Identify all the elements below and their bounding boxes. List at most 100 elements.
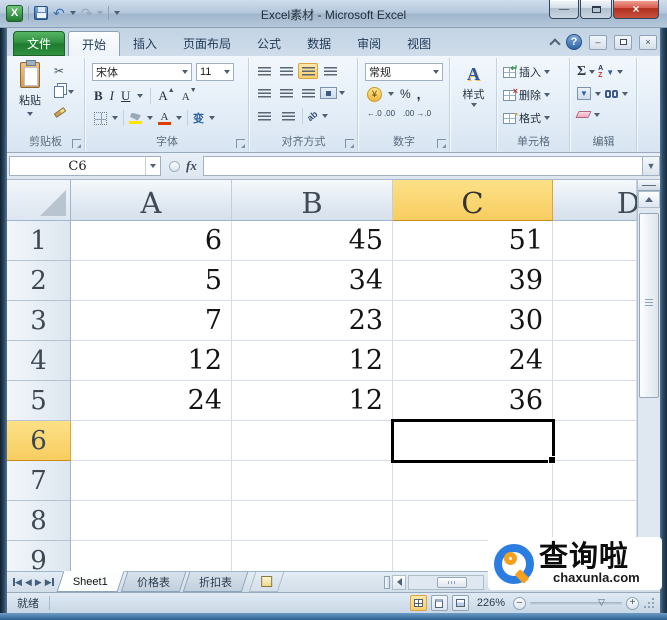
align-center-button[interactable] — [276, 85, 296, 101]
clear-icon[interactable] — [575, 111, 591, 118]
sheet-tab-价格表[interactable]: 价格表 — [120, 572, 185, 592]
minimize-ribbon-icon[interactable] — [549, 38, 560, 49]
cell-A1[interactable]: 6 — [71, 221, 232, 261]
paste-button[interactable]: 粘贴 — [12, 62, 48, 116]
help-icon[interactable]: ? — [566, 34, 582, 50]
cell-D3[interactable] — [553, 301, 637, 341]
comma-style-button[interactable]: , — [417, 86, 421, 102]
tab-file[interactable]: 文件 — [13, 31, 65, 56]
align-right-button[interactable] — [298, 85, 318, 101]
align-left-button[interactable] — [254, 85, 274, 101]
percent-style-button[interactable]: % — [400, 87, 411, 101]
row-header-7[interactable]: 7 — [7, 461, 71, 501]
column-header-A[interactable]: A — [71, 180, 232, 221]
workbook-close-button[interactable]: × — [639, 35, 657, 50]
decrease-decimal-button[interactable]: .00 →.0 — [403, 110, 431, 118]
next-sheet-icon[interactable]: ▶ — [35, 577, 42, 588]
borders-icon[interactable] — [94, 112, 107, 125]
increase-decimal-button[interactable]: ←.0 .00 — [367, 110, 395, 118]
zoom-level[interactable]: 226% — [477, 597, 505, 609]
tab-插入[interactable]: 插入 — [120, 31, 170, 56]
align-middle-button[interactable] — [276, 63, 296, 79]
cell-A5[interactable]: 24 — [71, 381, 232, 421]
sort-filter-button[interactable]: AZ — [598, 65, 603, 79]
cell-B8[interactable] — [232, 501, 393, 541]
maximize-button[interactable] — [580, 0, 612, 19]
cell-A9[interactable] — [71, 541, 232, 571]
align-bottom-button[interactable] — [298, 63, 318, 79]
row-header-4[interactable]: 4 — [7, 341, 71, 381]
column-header-C[interactable]: C — [393, 180, 553, 221]
tab-页面布局[interactable]: 页面布局 — [170, 31, 244, 56]
horizontal-scroll-track[interactable] — [408, 575, 484, 590]
first-sheet-icon[interactable]: ◀ — [13, 577, 22, 588]
row-header-3[interactable]: 3 — [7, 301, 71, 341]
vertical-scroll-thumb[interactable] — [639, 213, 659, 398]
cell-A7[interactable] — [71, 461, 232, 501]
cell-B4[interactable]: 12 — [232, 341, 393, 381]
find-dropdown-icon[interactable] — [622, 92, 628, 96]
styles-button[interactable]: A 样式 — [451, 64, 496, 107]
zoom-slider-handle[interactable]: ▽ — [598, 597, 605, 608]
wrap-text-button[interactable] — [320, 63, 340, 79]
last-sheet-icon[interactable]: ▶ — [45, 577, 54, 588]
cell-C3[interactable]: 30 — [393, 301, 553, 341]
number-dialog-launcher-icon[interactable] — [437, 139, 446, 148]
underline-button[interactable]: U — [121, 87, 130, 105]
row-header-8[interactable]: 8 — [7, 501, 71, 541]
row-header-1[interactable]: 1 — [7, 221, 71, 261]
cell-B2[interactable]: 34 — [232, 261, 393, 301]
name-box[interactable]: C6 — [9, 156, 161, 176]
minimize-button[interactable]: — — [549, 0, 579, 19]
copy-button[interactable] — [54, 86, 74, 98]
cell-A3[interactable]: 7 — [71, 301, 232, 341]
select-all-corner[interactable] — [7, 180, 71, 221]
number-format-combo[interactable]: 常规 — [365, 63, 443, 81]
cell-B5[interactable]: 12 — [232, 381, 393, 421]
shrink-font-button[interactable]: A▼ — [182, 87, 197, 105]
page-break-view-button[interactable] — [452, 595, 469, 611]
name-box-dropdown-icon[interactable] — [146, 164, 160, 168]
accounting-dropdown-icon[interactable] — [388, 92, 394, 96]
cell-D6[interactable] — [553, 421, 637, 461]
cell-D1[interactable] — [553, 221, 637, 261]
cell-C5[interactable]: 36 — [393, 381, 553, 421]
cell-C2[interactable]: 39 — [393, 261, 553, 301]
merge-center-icon[interactable] — [320, 87, 337, 99]
cell-D5[interactable] — [553, 381, 637, 421]
horizontal-scroll-thumb[interactable] — [437, 577, 467, 588]
fill-icon[interactable]: ▼ — [577, 87, 591, 100]
horizontal-scrollbar[interactable] — [384, 572, 484, 592]
cell-D4[interactable] — [553, 341, 637, 381]
workbook-restore-button[interactable] — [614, 35, 632, 50]
merge-center-dropdown-icon[interactable] — [339, 91, 345, 95]
vertical-scrollbar[interactable] — [637, 180, 660, 571]
resize-grip[interactable] — [643, 596, 656, 610]
format-painter-button[interactable] — [54, 110, 66, 115]
delete-cells-button[interactable]: × 删除 — [503, 87, 550, 103]
paste-dropdown-icon[interactable] — [27, 112, 33, 116]
cell-A4[interactable]: 12 — [71, 341, 232, 381]
font-size-combo[interactable]: 11 — [196, 63, 234, 81]
orientation-dropdown-icon[interactable] — [322, 114, 328, 118]
fill-color-dropdown-icon[interactable] — [147, 116, 153, 120]
align-top-button[interactable] — [254, 63, 274, 79]
row-header-6[interactable]: 6 — [7, 421, 71, 461]
sheet-tab-Sheet1[interactable]: Sheet1 — [56, 571, 124, 592]
expand-formula-bar-icon[interactable]: ▼ — [642, 156, 660, 176]
accounting-format-button[interactable]: ¥ — [367, 87, 382, 102]
insert-function-button[interactable]: fx — [186, 158, 197, 174]
tab-数据[interactable]: 数据 — [294, 31, 344, 56]
cell-A2[interactable]: 5 — [71, 261, 232, 301]
cell-D2[interactable] — [553, 261, 637, 301]
font-dialog-launcher-icon[interactable] — [236, 139, 245, 148]
fill-color-button[interactable] — [129, 113, 142, 124]
cut-button[interactable]: ✂ — [54, 64, 64, 78]
bold-button[interactable]: B — [94, 88, 103, 104]
cell-C7[interactable] — [393, 461, 553, 501]
cell-C1[interactable]: 51 — [393, 221, 553, 261]
tab-开始[interactable]: 开始 — [68, 31, 120, 56]
zoom-slider[interactable]: ▽ — [530, 602, 622, 605]
cell-C8[interactable] — [393, 501, 553, 541]
phonetic-button[interactable]: 变 — [193, 110, 204, 126]
